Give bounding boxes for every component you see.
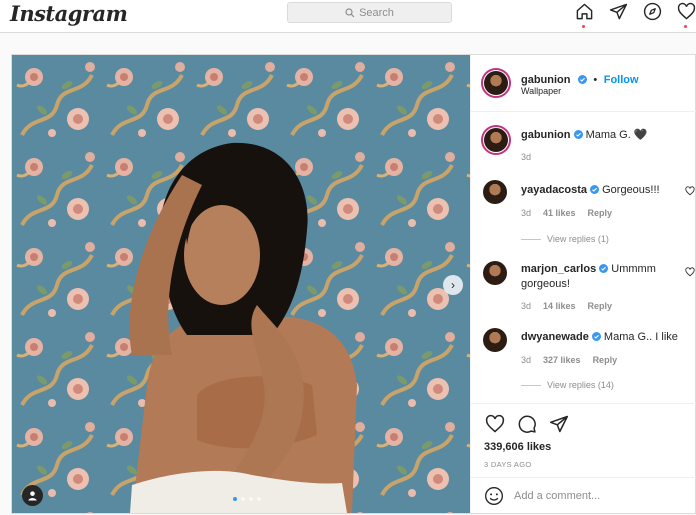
- carousel-dot: [249, 497, 253, 501]
- activity-nav[interactable]: [676, 2, 696, 28]
- verified-badge-icon: [591, 332, 601, 341]
- comment-time: 3d: [521, 301, 532, 311]
- notification-dot: [684, 25, 687, 28]
- reply-button[interactable]: Reply: [593, 355, 618, 365]
- post-dialog: › gabunion • Follow Wallpaper gabunion M…: [11, 54, 696, 514]
- home-icon: [576, 3, 592, 20]
- comment-likes[interactable]: 327 likes: [543, 355, 581, 365]
- author-avatar[interactable]: [481, 68, 511, 98]
- search-icon: [345, 7, 355, 17]
- notification-dot: [582, 25, 585, 28]
- heart-icon: [677, 2, 695, 20]
- commenter-avatar[interactable]: [483, 180, 507, 204]
- compass-icon: [643, 2, 661, 21]
- direct-nav[interactable]: [608, 2, 628, 24]
- post-date: 3 DAYS AGO: [484, 460, 532, 469]
- carousel-dot: [241, 497, 245, 501]
- explore-nav[interactable]: [642, 2, 662, 24]
- commenter-username[interactable]: dwyanewade: [521, 331, 589, 343]
- carousel-dot-active: [233, 497, 237, 501]
- tagged-users-button[interactable]: [22, 485, 43, 506]
- post-location[interactable]: Wallpaper: [521, 86, 561, 96]
- instagram-logo[interactable]: Instagram: [10, 0, 128, 28]
- post-sidebar: gabunion • Follow Wallpaper gabunion Mam…: [470, 55, 696, 513]
- user-icon: [28, 491, 37, 501]
- caption-username[interactable]: gabunion: [521, 129, 571, 141]
- post-header: gabunion • Follow Wallpaper: [471, 55, 696, 112]
- comment-like-icon[interactable]: [685, 267, 695, 277]
- post-photo: ›: [12, 55, 470, 513]
- top-nav-bar: Instagram Search: [0, 0, 696, 33]
- comment-bubble-icon[interactable]: [517, 414, 537, 434]
- paper-plane-icon: [609, 3, 627, 20]
- emoji-smiley-icon[interactable]: [484, 486, 504, 506]
- chevron-right-icon: ›: [451, 278, 455, 292]
- commenter-username[interactable]: marjon_carlos: [521, 263, 596, 275]
- add-comment-input[interactable]: Add a comment...: [514, 490, 600, 502]
- carousel-indicator: [233, 497, 261, 501]
- caption-time: 3d: [521, 152, 532, 162]
- comment-like-icon[interactable]: [685, 186, 695, 196]
- search-box[interactable]: Search: [287, 2, 452, 23]
- post-actions: 339,606 likes 3 DAYS AGO Add a comment..…: [471, 403, 696, 515]
- verified-badge-icon: [577, 75, 587, 84]
- reply-button[interactable]: Reply: [588, 301, 613, 311]
- comment-text: Gorgeous!!!: [602, 184, 660, 196]
- add-comment-bar: Add a comment...: [471, 477, 696, 514]
- comment-likes[interactable]: 41 likes: [543, 208, 576, 218]
- reply-button[interactable]: Reply: [588, 208, 613, 218]
- comment-time: 3d: [521, 208, 532, 218]
- author-username[interactable]: gabunion: [521, 74, 571, 86]
- view-replies-label: View replies (1): [547, 234, 609, 244]
- caption-text: Mama G. 🖤: [585, 129, 648, 141]
- comment-text: Mama G.. I like: [603, 331, 678, 343]
- like-heart-icon[interactable]: [485, 414, 505, 434]
- likes-count[interactable]: 339,606 likes: [484, 441, 551, 453]
- follow-button[interactable]: Follow: [604, 74, 639, 86]
- view-replies-label: View replies (14): [547, 380, 614, 390]
- carousel-dot: [257, 497, 261, 501]
- comment-time: 3d: [521, 355, 532, 365]
- next-photo-button[interactable]: ›: [443, 275, 463, 295]
- nav-icons: [574, 2, 696, 28]
- verified-badge-icon: [573, 130, 583, 139]
- view-replies-button[interactable]: View replies (14): [521, 380, 614, 390]
- author-avatar[interactable]: [481, 125, 511, 155]
- commenter-avatar[interactable]: [483, 328, 507, 352]
- commenter-username[interactable]: yayadacosta: [521, 184, 587, 196]
- photo-image: [12, 55, 470, 513]
- verified-badge-icon: [590, 185, 600, 194]
- home-nav[interactable]: [574, 2, 594, 28]
- verified-badge-icon: [599, 264, 609, 273]
- separator-dot: •: [593, 74, 598, 86]
- commenter-avatar[interactable]: [483, 261, 507, 285]
- share-paper-plane-icon[interactable]: [549, 414, 569, 434]
- view-replies-button[interactable]: View replies (1): [521, 234, 609, 244]
- comment-likes[interactable]: 14 likes: [543, 301, 576, 311]
- search-placeholder: Search: [359, 6, 394, 19]
